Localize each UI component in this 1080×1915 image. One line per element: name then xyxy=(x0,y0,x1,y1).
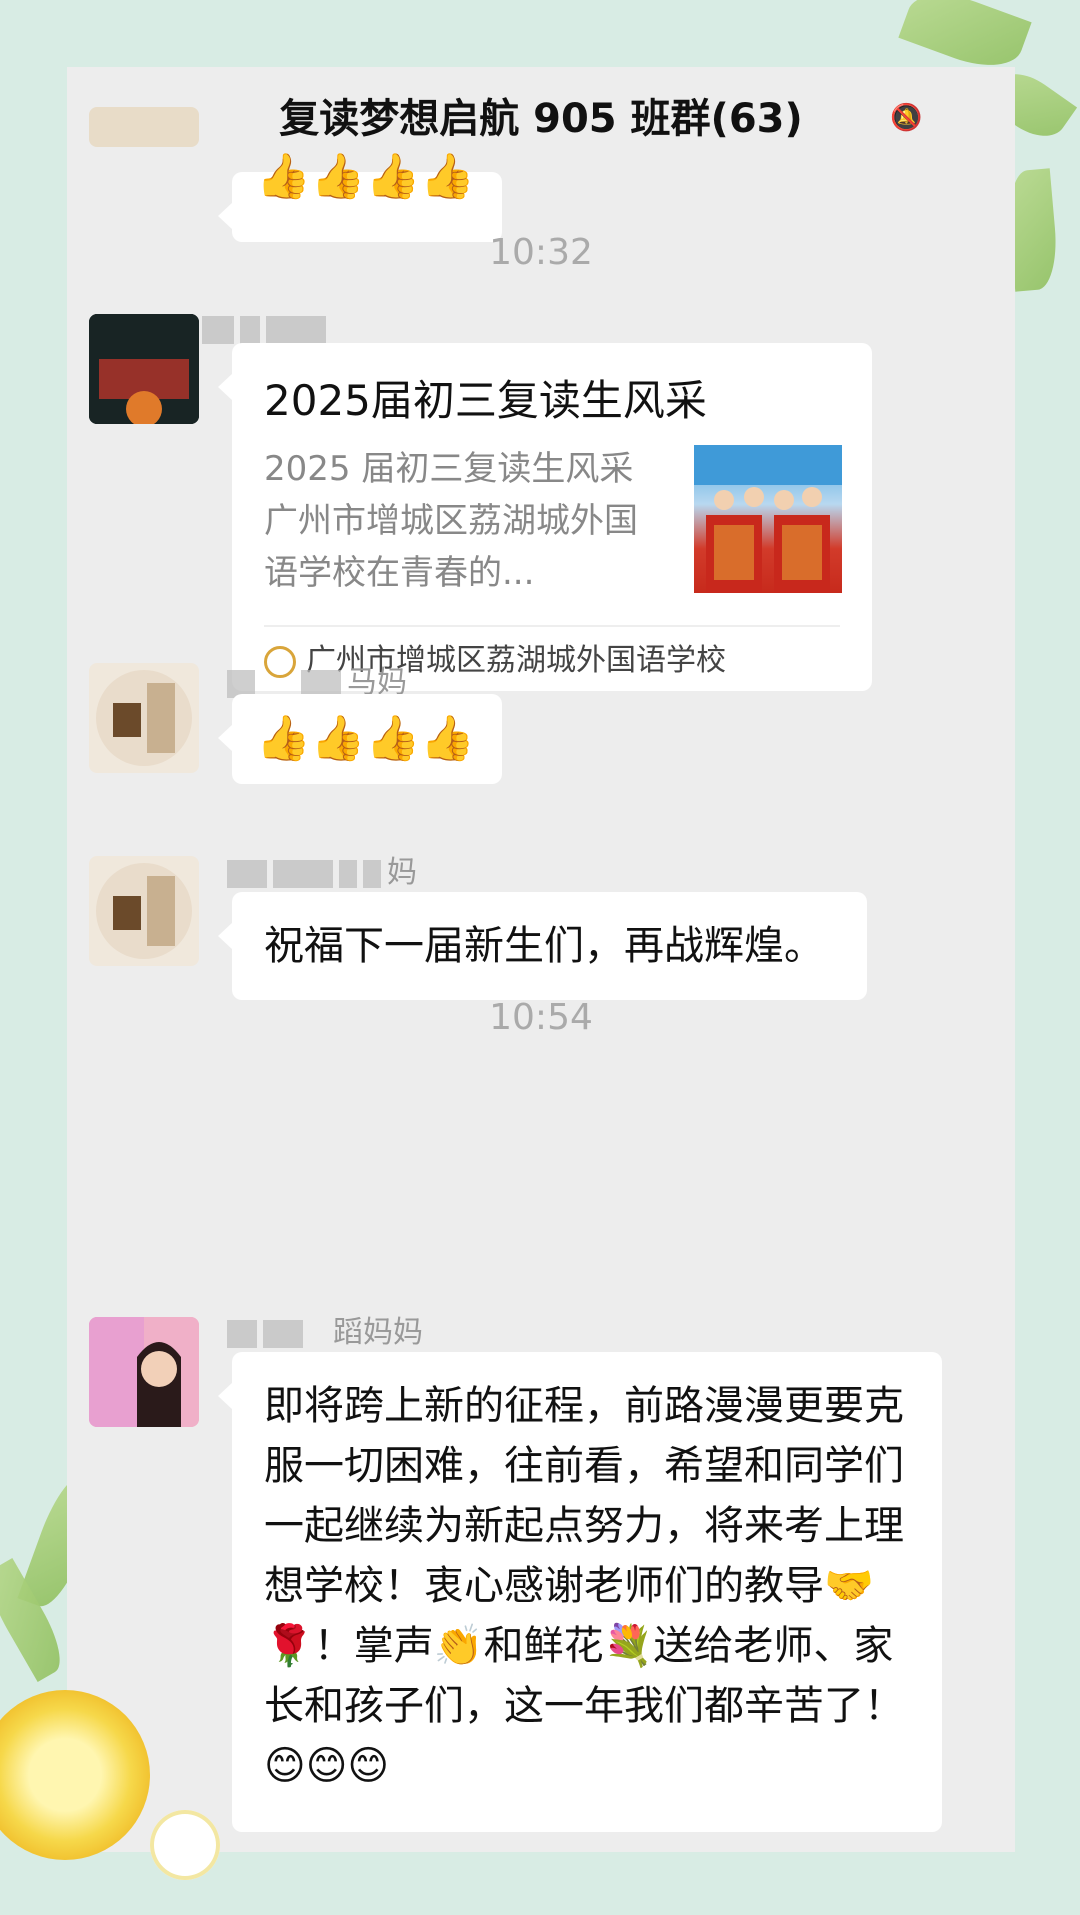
avatar[interactable] xyxy=(89,1317,199,1427)
bell-muted-icon: 🔕 xyxy=(890,103,923,133)
card-title: 2025届初三复读生风采 xyxy=(264,376,707,425)
card-thumbnail xyxy=(694,445,842,593)
avatar-image xyxy=(89,314,199,424)
message-text: 👍👍👍👍 xyxy=(256,151,476,202)
avatar[interactable] xyxy=(89,856,199,966)
top-bar: ‹ 复读梦想启航 905 班群(63) 🔕 xyxy=(67,67,1015,172)
avatar[interactable] xyxy=(89,663,199,773)
decor-flower xyxy=(150,1810,220,1880)
avatar[interactable] xyxy=(89,314,199,424)
message-bubble[interactable]: 即将跨上新的征程，前路漫漫更要克服一切困难，往前看，希望和同学们一起继续为新起点… xyxy=(218,1352,942,1832)
message-bubble[interactable]: 👍👍👍👍 xyxy=(218,694,502,784)
chat-window: ‹ 复读梦想启航 905 班群(63) 🔕 👍👍👍👍 10:32 2025届初三… xyxy=(67,67,1015,1852)
timestamp: 10:32 xyxy=(489,232,593,273)
message-text: 即将跨上新的征程，前路漫漫更要克服一切困难，往前看，希望和同学们一起继续为新起点… xyxy=(264,1383,904,1789)
message-text: 👍👍👍👍 xyxy=(256,713,476,764)
sender-name xyxy=(202,311,332,346)
avatar-image xyxy=(96,863,192,959)
chat-title: 复读梦想启航 905 班群(63) xyxy=(279,96,803,142)
link-card[interactable]: 2025届初三复读生风采 2025 届初三复读生风采广州市增城区荔湖城外国语学校… xyxy=(218,343,872,691)
message-bubble[interactable]: 祝福下一届新生们，再战辉煌。 xyxy=(218,892,867,1000)
avatar-image xyxy=(89,1317,199,1427)
sender-name: 蹈妈妈 xyxy=(227,1307,423,1351)
message-text: 祝福下一届新生们，再战辉煌。 xyxy=(264,923,824,969)
avatar[interactable] xyxy=(89,107,199,147)
avatar-image xyxy=(96,670,192,766)
sender-name: 妈 xyxy=(227,847,417,891)
card-divider xyxy=(264,625,840,627)
timestamp: 10:54 xyxy=(489,997,593,1038)
sender-name-suffix: 妈 xyxy=(387,855,417,890)
card-description: 2025 届初三复读生风采广州市增城区荔湖城外国语学校在青春的... xyxy=(264,449,638,593)
sender-name-suffix: 蹈妈妈 xyxy=(333,1315,423,1350)
